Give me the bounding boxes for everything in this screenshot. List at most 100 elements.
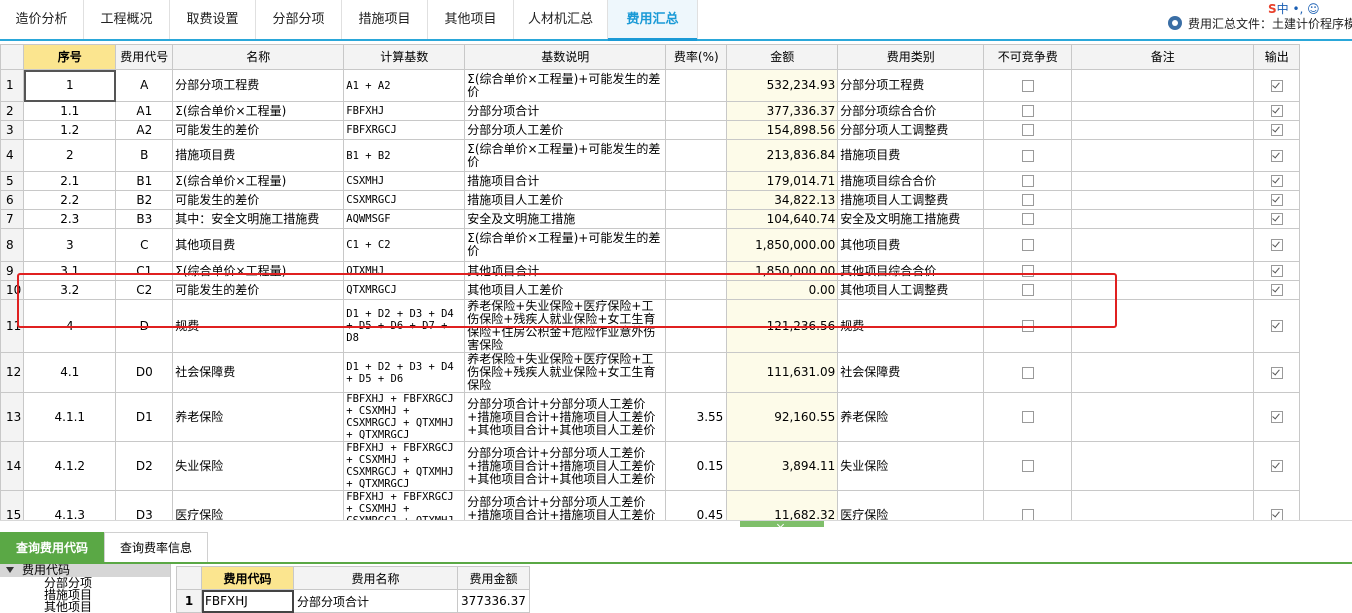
- table-row[interactable]: 9 3.1 C1 Σ(综合单价×工程量) QTXMHJ 其他项目合计 1,850,000.0…: [0, 261, 1301, 281]
- base-desc-cell[interactable]: 分部分项合计+分部分项人工差价+措施项目合计+措施项目人工差价+其他项目合计+其…: [464, 392, 667, 442]
- table-row[interactable]: 15 4.1.3 D3 医疗保险 FBFXHJ + FBFXRGCJ + CSXMHJ …: [0, 490, 1301, 520]
- noncompete-checkbox[interactable]: [1021, 411, 1034, 423]
- base-desc-cell[interactable]: 其他项目人工差价: [464, 280, 667, 300]
- fee-code-cell[interactable]: FBFXHJ: [201, 589, 294, 613]
- table-row[interactable]: 14 4.1.2 D2 失业保险 FBFXHJ + FBFXRGCJ + CSXMHJ …: [0, 441, 1301, 491]
- tab-cost-analysis[interactable]: 造价分析: [0, 0, 84, 39]
- noncompete-checkbox[interactable]: [1021, 79, 1034, 92]
- table-row[interactable]: 4 2 B 措施项目费 B1 + B2 Σ(综合单价×工程量)+可能发生的差价 213,83…: [0, 139, 1301, 172]
- remark-header[interactable]: 备注: [1071, 44, 1255, 70]
- remark-cell[interactable]: [1071, 392, 1255, 442]
- output-checkbox[interactable]: [1270, 239, 1283, 251]
- seq-cell[interactable]: 4.1.1: [23, 392, 117, 442]
- base-desc-cell[interactable]: 措施项目人工差价: [464, 190, 667, 210]
- seq-cell[interactable]: 2.2: [23, 190, 117, 210]
- tree-root-item[interactable]: 费用代码: [0, 564, 170, 577]
- noncompete-checkbox[interactable]: [1021, 149, 1034, 162]
- base-desc-cell[interactable]: Σ(综合单价×工程量)+可能发生的差价: [464, 69, 667, 102]
- seq-cell[interactable]: 4: [23, 299, 117, 353]
- output-checkbox[interactable]: [1270, 284, 1283, 296]
- output-checkbox[interactable]: [1270, 124, 1283, 136]
- tab-project-overview[interactable]: 工程概况: [84, 0, 170, 39]
- tab-subdivision-items[interactable]: 分部分项: [256, 0, 342, 39]
- noncompete-checkbox[interactable]: [1021, 194, 1034, 206]
- base-desc-cell[interactable]: 措施项目合计: [464, 171, 667, 191]
- name-cell[interactable]: 其中：安全文明施工措施费: [172, 209, 345, 229]
- name-cell[interactable]: 可能发生的差价: [172, 120, 345, 140]
- panel-splitter[interactable]: [0, 520, 1352, 529]
- fee-code-cell[interactable]: D1: [115, 392, 174, 442]
- fee-code-cell[interactable]: A1: [115, 101, 174, 121]
- remark-cell[interactable]: [1071, 441, 1255, 491]
- name-cell[interactable]: 失业保险: [172, 441, 345, 491]
- category-cell[interactable]: 其他项目费: [837, 228, 985, 262]
- fee-code-cell[interactable]: B: [115, 139, 174, 172]
- remark-cell[interactable]: [1071, 209, 1255, 229]
- rate-cell[interactable]: [665, 69, 728, 102]
- name-cell[interactable]: 措施项目费: [172, 139, 345, 172]
- output-checkbox[interactable]: [1270, 320, 1283, 332]
- category-cell[interactable]: 失业保险: [837, 441, 985, 491]
- table-row[interactable]: 10 3.2 C2 可能发生的差价 QTXMRGCJ 其他项目人工差价 0.00 其他项目人工…: [0, 280, 1301, 300]
- base-desc-cell[interactable]: 分部分项合计+分部分项人工差价+措施项目合计+措施项目人工差价+其他项目合计+其…: [464, 441, 667, 491]
- tab-cost-summary[interactable]: 费用汇总: [608, 0, 698, 41]
- fee-code-cell[interactable]: D: [115, 299, 174, 353]
- base-cell[interactable]: CSXMRGCJ: [343, 190, 466, 210]
- category-cell[interactable]: 其他项目综合合价: [837, 261, 985, 281]
- seq-cell[interactable]: 2.3: [23, 209, 117, 229]
- category-cell[interactable]: 规费: [837, 299, 985, 353]
- tab-query-rate-info[interactable]: 查询费率信息: [104, 532, 208, 562]
- table-row[interactable]: 12 4.1 D0 社会保障费 D1 + D2 + D3 + D4 + D5 + D6 养…: [0, 352, 1301, 393]
- noncompete-checkbox[interactable]: [1021, 460, 1034, 472]
- noncompete-checkbox[interactable]: [1021, 213, 1034, 225]
- rate-cell[interactable]: [665, 209, 728, 229]
- table-row[interactable]: 2 1.1 A1 Σ(综合单价×工程量) FBFXHJ 分部分项合计 377,336.37 分…: [0, 101, 1301, 121]
- name-cell[interactable]: Σ(综合单价×工程量): [172, 171, 345, 191]
- name-cell[interactable]: 分部分项工程费: [172, 69, 345, 102]
- category-cell[interactable]: 分部分项工程费: [837, 69, 985, 102]
- category-cell[interactable]: 措施项目费: [837, 139, 985, 172]
- remark-cell[interactable]: [1071, 139, 1255, 172]
- output-checkbox[interactable]: [1270, 213, 1283, 225]
- remark-cell[interactable]: [1071, 352, 1255, 393]
- remark-cell[interactable]: [1071, 490, 1255, 520]
- fee-name-col-header[interactable]: 费用名称: [293, 566, 458, 590]
- rate-cell[interactable]: [665, 228, 728, 262]
- noncompete-checkbox[interactable]: [1021, 105, 1034, 117]
- base-desc-cell[interactable]: 养老保险+失业保险+医疗保险+工伤保险+残疾人就业保险+女工生育保险+住房公积金…: [464, 299, 667, 353]
- name-cell[interactable]: 可能发生的差价: [172, 190, 345, 210]
- remark-cell[interactable]: [1071, 228, 1255, 262]
- rate-cell[interactable]: [665, 299, 728, 353]
- base-cell[interactable]: FBFXHJ + FBFXRGCJ + CSXMHJ + CSXMRGCJ + …: [343, 392, 466, 442]
- category-cell[interactable]: 分部分项综合合价: [837, 101, 985, 121]
- base-desc-cell[interactable]: 养老保险+失业保险+医疗保险+工伤保险+残疾人就业保险+女工生育保险: [464, 352, 667, 393]
- noncompete-checkbox[interactable]: [1021, 124, 1034, 136]
- fee-code-cell[interactable]: D3: [115, 490, 174, 520]
- fee-code-cell[interactable]: B1: [115, 171, 174, 191]
- category-cell[interactable]: 分部分项人工调整费: [837, 120, 985, 140]
- name-cell[interactable]: Σ(综合单价×工程量): [172, 101, 345, 121]
- fee-code-cell[interactable]: C: [115, 228, 174, 262]
- remark-cell[interactable]: [1071, 190, 1255, 210]
- seq-cell[interactable]: 3.2: [23, 280, 117, 300]
- tab-labor-material-summary[interactable]: 人材机汇总: [514, 0, 608, 39]
- output-header[interactable]: 输出: [1253, 44, 1301, 70]
- rate-cell[interactable]: [665, 261, 728, 281]
- name-cell[interactable]: 养老保险: [172, 392, 345, 442]
- seq-cell[interactable]: 2: [23, 139, 117, 172]
- base-header[interactable]: 计算基数: [343, 44, 466, 70]
- base-cell[interactable]: FBFXHJ + FBFXRGCJ + CSXMHJ + CSXMRGCJ + …: [343, 441, 466, 491]
- output-checkbox[interactable]: [1270, 194, 1283, 206]
- base-cell[interactable]: FBFXHJ: [343, 101, 466, 121]
- base-cell[interactable]: QTXMHJ: [343, 261, 466, 281]
- base-desc-cell[interactable]: Σ(综合单价×工程量)+可能发生的差价: [464, 139, 667, 172]
- fee-code-cell[interactable]: B3: [115, 209, 174, 229]
- base-cell[interactable]: FBFXHJ + FBFXRGCJ + CSXMHJ + CSXMRGCJ + …: [343, 490, 466, 520]
- output-checkbox[interactable]: [1270, 175, 1283, 187]
- name-cell[interactable]: 可能发生的差价: [172, 280, 345, 300]
- category-cell[interactable]: 医疗保险: [837, 490, 985, 520]
- noncompete-checkbox[interactable]: [1021, 239, 1034, 251]
- seq-cell[interactable]: 4.1.3: [23, 490, 117, 520]
- noncompete-checkbox[interactable]: [1021, 284, 1034, 296]
- collapse-grip-icon[interactable]: [740, 521, 824, 527]
